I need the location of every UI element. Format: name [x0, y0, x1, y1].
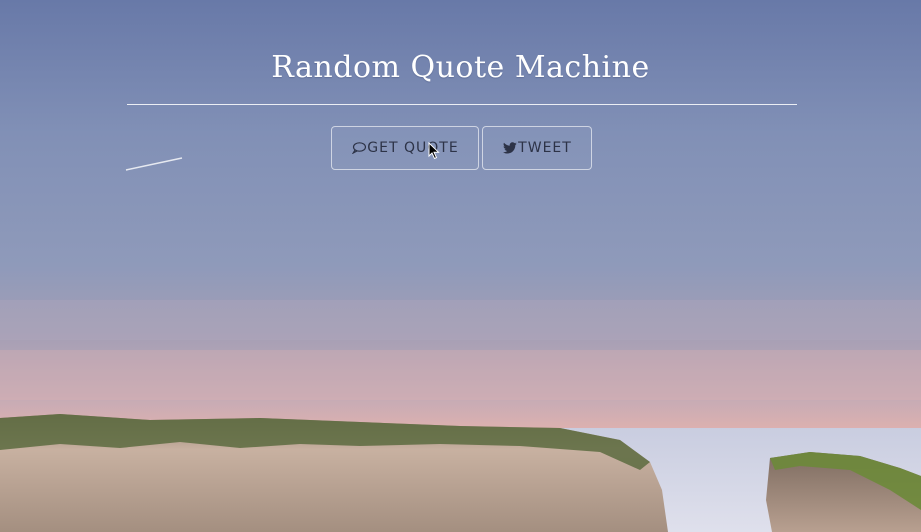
- tweet-button[interactable]: TWEET: [482, 126, 592, 170]
- speech-bubble-icon: [351, 141, 366, 155]
- title-divider: [127, 104, 797, 105]
- get-quote-label: GET QUOTE: [367, 140, 459, 156]
- page-title: Random Quote Machine: [271, 50, 650, 85]
- tweet-label: TWEET: [518, 140, 572, 156]
- header: Random Quote Machine GET QUOTE TWEET: [0, 0, 921, 200]
- twitter-bird-icon: [502, 141, 517, 155]
- get-quote-button[interactable]: GET QUOTE: [331, 126, 479, 170]
- mouse-pointer-icon: [428, 142, 440, 160]
